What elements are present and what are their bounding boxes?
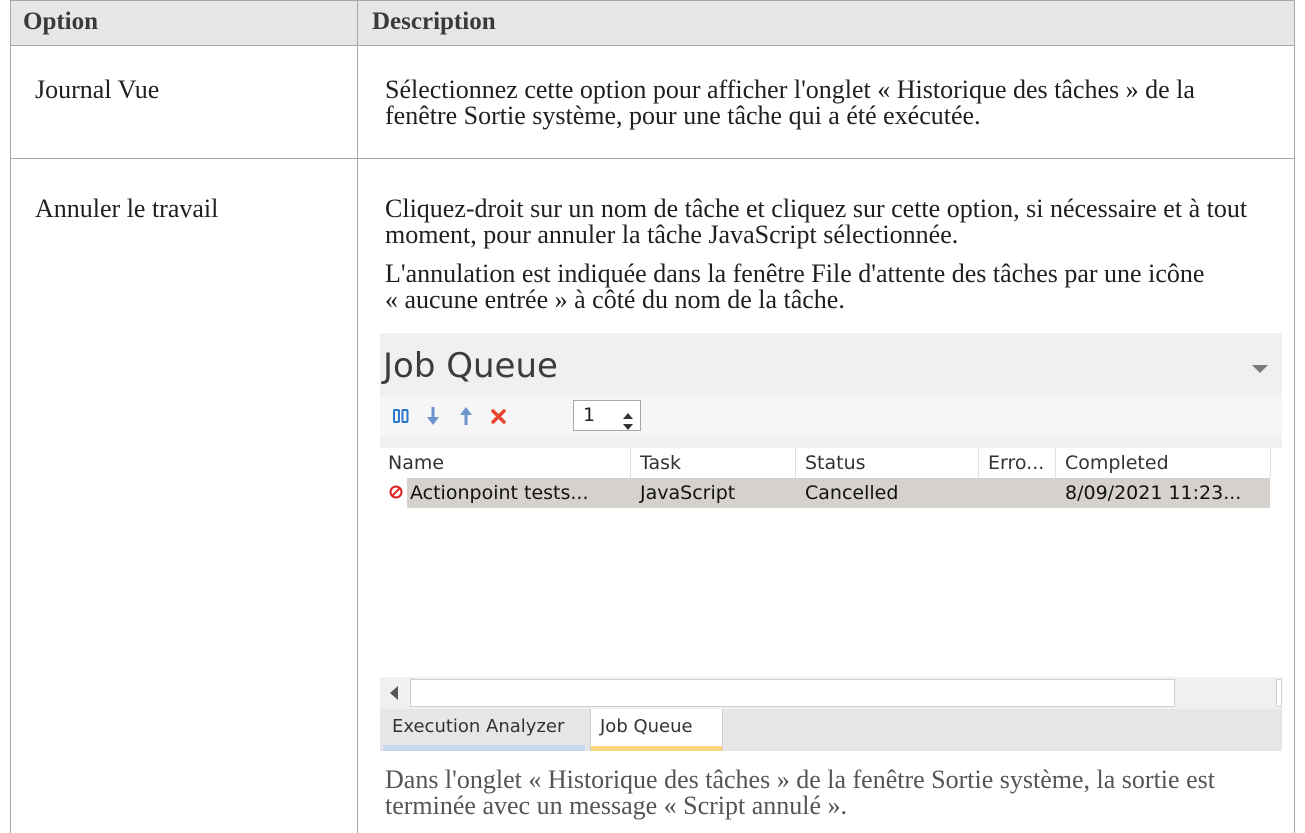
column-divider bbox=[978, 448, 979, 478]
option-description: Sélectionnez cette option pour afficher … bbox=[385, 77, 1195, 129]
description-line: Sélectionnez cette option pour afficher … bbox=[385, 75, 1195, 104]
move-up-icon bbox=[460, 406, 472, 431]
tab-strip: Execution Analyzer Job Queue bbox=[380, 709, 1282, 751]
tab-underline bbox=[591, 746, 722, 751]
scroll-left-icon bbox=[390, 686, 399, 705]
column-header-task: Task bbox=[640, 452, 682, 474]
column-header-description: Description bbox=[372, 8, 496, 35]
pause-icon bbox=[393, 409, 409, 428]
window-title: Job Queue bbox=[383, 346, 558, 386]
description-line: moment, pour annuler la tâche JavaScript… bbox=[385, 220, 959, 249]
move-down-icon bbox=[427, 406, 439, 431]
tab-execution-analyzer: Execution Analyzer bbox=[383, 709, 585, 751]
description-line: L'annulation est indiquée dans la fenêtr… bbox=[385, 259, 1205, 288]
description-paragraph: Cliquez-droit sur un nom de tâche et cli… bbox=[385, 196, 1247, 248]
spinner-value: 1 bbox=[583, 404, 596, 426]
table-border-right bbox=[1294, 0, 1295, 833]
scrollbar-track bbox=[410, 679, 1175, 707]
column-header-error: Erro... bbox=[988, 452, 1045, 474]
column-header-name: Name bbox=[388, 452, 445, 474]
job-list: Name Task Status Erro... Completed Actio… bbox=[380, 448, 1282, 677]
column-divider bbox=[1270, 448, 1271, 478]
thread-count-spinner: 1 bbox=[573, 400, 641, 431]
horizontal-scrollbar bbox=[380, 677, 1282, 709]
description-line: Cliquez-droit sur un nom de tâche et cli… bbox=[385, 194, 1248, 223]
description-line: « aucune entrée » à côté du nom de la tâ… bbox=[385, 285, 845, 314]
no-entry-icon bbox=[389, 485, 403, 504]
column-header-status: Status bbox=[805, 452, 866, 474]
table-row: Actionpoint tests... JavaScript Cancelle… bbox=[380, 478, 1270, 508]
description-paragraph: Dans l'onglet « Historique des tâches » … bbox=[385, 767, 1215, 819]
job-status: Cancelled bbox=[805, 482, 899, 504]
description-line: fenêtre Sortie système, pour une tâche q… bbox=[385, 101, 981, 130]
column-header-completed: Completed bbox=[1065, 452, 1169, 474]
column-header-option: Option bbox=[23, 8, 99, 35]
tab-underline bbox=[383, 745, 585, 751]
job-task: JavaScript bbox=[640, 482, 736, 504]
table-border-left bbox=[10, 0, 11, 833]
job-name: Actionpoint tests... bbox=[410, 482, 589, 504]
column-divider bbox=[357, 0, 358, 833]
spin-down-icon bbox=[623, 418, 633, 436]
cancel-icon bbox=[491, 409, 506, 429]
column-divider bbox=[1055, 448, 1056, 478]
dropdown-triangle-icon bbox=[1252, 361, 1268, 379]
tab-label: Execution Analyzer bbox=[392, 716, 565, 737]
job-completed: 8/09/2021 11:23... bbox=[1065, 482, 1242, 504]
toolbar: 1 bbox=[380, 396, 1282, 437]
option-name: Annuler le travail bbox=[35, 194, 219, 223]
description-paragraph: L'annulation est indiquée dans la fenêtr… bbox=[385, 261, 1204, 313]
job-queue-screenshot: Job Queue 1 Name Task Status Erro... Com… bbox=[380, 333, 1282, 751]
option-name: Journal Vue bbox=[35, 75, 160, 104]
tab-label: Job Queue bbox=[600, 716, 693, 737]
row-divider bbox=[10, 158, 1295, 159]
tab-job-queue: Job Queue bbox=[590, 709, 723, 751]
table-header-row bbox=[10, 0, 1295, 46]
column-divider bbox=[630, 448, 631, 478]
description-line: terminée avec un message « Script annulé… bbox=[385, 791, 848, 820]
column-divider bbox=[795, 448, 796, 478]
description-line: Dans l'onglet « Historique des tâches » … bbox=[385, 765, 1215, 794]
scrollbar-corner bbox=[1276, 679, 1282, 707]
